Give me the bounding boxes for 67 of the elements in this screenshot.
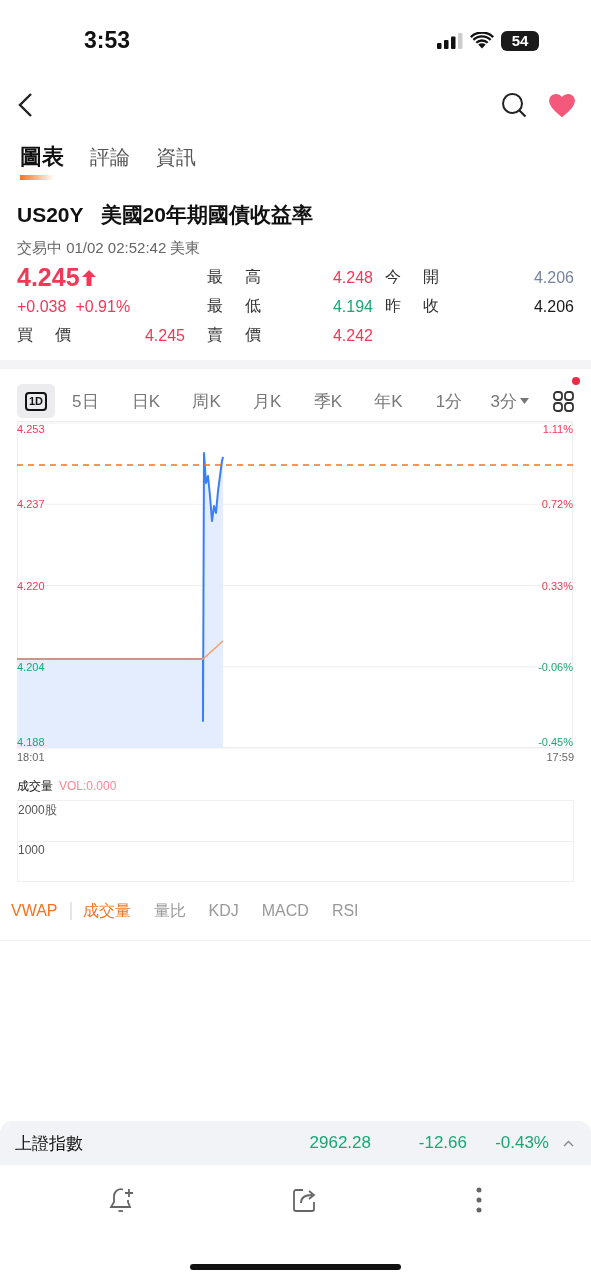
axis-tick-label: 4.204 bbox=[17, 660, 45, 673]
percent-tick-label: 1.11% bbox=[542, 423, 573, 435]
tab[interactable]: 評論 bbox=[90, 143, 130, 179]
stat-label: 賣 價 bbox=[207, 325, 262, 345]
indicator-tab[interactable]: 成交量 bbox=[82, 900, 131, 922]
time-tick-label: 17:59 bbox=[546, 751, 574, 763]
indicator-tab[interactable]: RSI bbox=[331, 902, 359, 920]
stat-value: 4.206 bbox=[533, 268, 574, 287]
stat-value: 4.245 bbox=[144, 326, 185, 345]
search-icon[interactable] bbox=[501, 92, 527, 118]
axis-tick-label: 4.188 bbox=[17, 736, 45, 748]
axis-tick-label: 4.253 bbox=[17, 423, 45, 435]
tab[interactable]: 圖表 bbox=[20, 142, 64, 180]
percent-change: +0.91% bbox=[75, 297, 131, 316]
axis-tick-label: 4.220 bbox=[17, 579, 45, 592]
period-tab[interactable]: 日K bbox=[115, 384, 177, 418]
caret-icon bbox=[519, 398, 529, 404]
axis-tick-label: 1000 bbox=[18, 842, 45, 857]
volume-title: 成交量 bbox=[17, 777, 53, 795]
stat-value: 4.248 bbox=[332, 268, 373, 287]
grid-icon[interactable] bbox=[553, 390, 574, 412]
indicator-tab[interactable]: VWAP bbox=[11, 902, 58, 920]
chevron-up-icon[interactable] bbox=[563, 1139, 574, 1147]
clock-time: 3:53 bbox=[84, 27, 131, 54]
percent-tick-label: -0.06% bbox=[538, 660, 573, 673]
index-name: 上證指數 bbox=[15, 1133, 83, 1153]
more-icon[interactable] bbox=[476, 1187, 483, 1213]
indicator-tab[interactable]: 量比 bbox=[153, 900, 186, 922]
period-tab[interactable]: 年K bbox=[358, 384, 419, 418]
time-tick-label: 18:01 bbox=[17, 751, 45, 763]
signal-icon bbox=[437, 32, 463, 49]
period-tab[interactable]: 周K bbox=[176, 384, 237, 418]
period-tab[interactable]: 5日 bbox=[55, 384, 116, 418]
percent-tick-label: -0.45% bbox=[538, 736, 573, 748]
symbol-text: US20Y bbox=[17, 203, 84, 227]
indicator-tab[interactable]: MACD bbox=[261, 902, 309, 920]
battery-indicator: 54 bbox=[501, 30, 539, 51]
period-tab[interactable]: 1D bbox=[17, 384, 55, 418]
bell-plus-icon[interactable] bbox=[108, 1187, 135, 1213]
stat-label: 買 價 bbox=[17, 325, 72, 345]
axis-tick-label: 4.237 bbox=[17, 498, 45, 511]
price-change: +0.038 bbox=[17, 297, 67, 316]
percent-tick-label: 0.33% bbox=[541, 579, 573, 592]
period-tab[interactable]: 月K bbox=[236, 384, 298, 418]
last-price: 4.245 bbox=[17, 263, 80, 292]
wifi-icon bbox=[470, 32, 494, 49]
axis-tick-label: 2000股 bbox=[18, 803, 57, 817]
period-dropdown[interactable]: 3分 bbox=[479, 384, 540, 418]
heart-icon[interactable] bbox=[549, 93, 575, 117]
stat-label: 最 低 bbox=[207, 296, 262, 316]
stat-value: 4.206 bbox=[533, 297, 574, 316]
stat-label: 昨 收 bbox=[385, 296, 440, 316]
tab[interactable]: 資訊 bbox=[156, 143, 196, 179]
indicator-tab[interactable]: KDJ bbox=[208, 902, 239, 920]
volume-reading: VOL:0.000 bbox=[59, 779, 117, 793]
index-percent: -0.43% bbox=[494, 1133, 549, 1153]
stat-label: 今 開 bbox=[385, 267, 440, 287]
stat-value: 4.242 bbox=[332, 326, 373, 345]
period-tab[interactable]: 1分 bbox=[418, 384, 480, 418]
index-value: 2962.28 bbox=[308, 1133, 371, 1153]
stat-label: 最 高 bbox=[207, 267, 262, 287]
stat-value: 4.194 bbox=[332, 297, 373, 316]
period-tab[interactable]: 季K bbox=[297, 384, 359, 418]
index-change: -12.66 bbox=[417, 1133, 467, 1153]
trading-status: 交易中 01/02 02:52:42 美東 bbox=[17, 238, 201, 258]
instrument-name: 美國20年期國債收益率 bbox=[100, 202, 313, 228]
percent-tick-label: 0.72% bbox=[541, 498, 573, 511]
